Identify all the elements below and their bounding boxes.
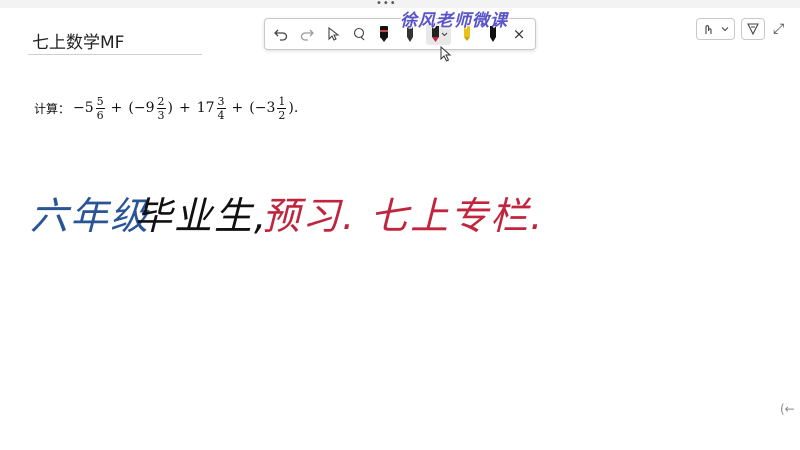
expand-icon[interactable]: ⤢ — [773, 21, 784, 37]
operator-plus-3: + — [231, 100, 244, 116]
term1-whole: −5 — [73, 100, 94, 116]
term4-close: ). — [288, 100, 299, 116]
drag-handle-icon[interactable]: ••• — [376, 0, 397, 9]
chevron-down-icon — [721, 27, 729, 32]
title-divider — [28, 54, 202, 55]
right-tool-group: ⤢ — [696, 18, 784, 40]
handwriting-grade: 六年级 — [30, 194, 151, 238]
term2-denominator: 3 — [157, 108, 165, 122]
term3-denominator: 4 — [217, 108, 225, 122]
redo-icon[interactable] — [297, 23, 317, 45]
problem-label: 计算： — [34, 101, 71, 116]
term4-denominator: 2 — [278, 108, 286, 122]
edge-marker: (← — [780, 402, 795, 416]
touch-writing-icon — [705, 25, 712, 34]
touch-writing-dropdown[interactable] — [696, 18, 735, 40]
term4-numerator: 1 — [277, 94, 287, 109]
handwriting-graduate: 毕业生, — [134, 194, 269, 238]
ruler-icon — [747, 23, 759, 35]
term2-open: (−9 — [128, 100, 155, 116]
handwriting-preview-column: 预习. 七上专栏. — [262, 194, 545, 238]
term1-numerator: 5 — [95, 94, 105, 109]
pen-black-icon[interactable] — [374, 23, 394, 45]
mouse-cursor-icon — [440, 46, 452, 62]
term4-open: (−3 — [249, 100, 276, 116]
term4-fraction: 1 2 — [277, 94, 287, 122]
watermark: 徐风老师微课 — [400, 11, 508, 31]
term1-denominator: 6 — [96, 108, 104, 122]
term3-fraction: 3 4 — [216, 94, 226, 122]
select-icon[interactable] — [323, 23, 343, 45]
term2-numerator: 2 — [156, 94, 166, 109]
undo-icon[interactable] — [271, 23, 291, 45]
lasso-icon[interactable] — [349, 23, 369, 45]
ink-filter-button[interactable] — [741, 18, 765, 40]
term3-numerator: 3 — [216, 94, 226, 109]
term2-close: ) — [167, 100, 173, 116]
page-title: 七上数学MF — [32, 33, 125, 53]
term3-whole: 17 — [196, 100, 215, 116]
close-icon[interactable]: × — [509, 23, 529, 45]
term2-fraction: 2 3 — [156, 94, 166, 122]
term1-fraction: 5 6 — [95, 94, 105, 122]
operator-plus-2: + — [178, 100, 191, 116]
operator-plus-1: + — [110, 100, 123, 116]
math-problem: 计算： −5 5 6 + (−9 2 3 ) + 17 3 4 + (−3 1 … — [34, 88, 299, 128]
